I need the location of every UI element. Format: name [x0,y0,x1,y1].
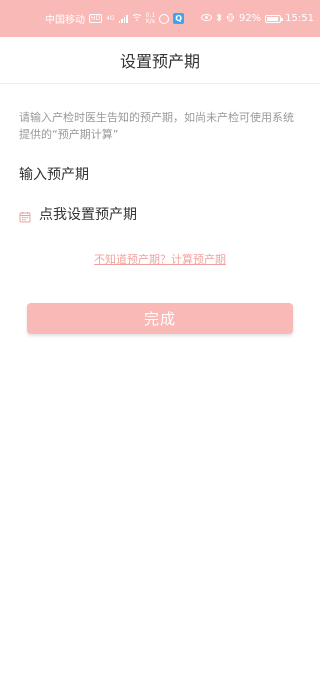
status-bar: 中国移动 HD 4G 0.1 K/s Q 92% 15:51 [0,0,320,37]
page-title: 设置预产期 [119,52,200,71]
network-type-label: 4G [106,14,115,22]
status-bar-left: 中国移动 HD 4G 0.1 K/s Q [45,11,185,26]
eye-icon [200,13,212,24]
calculate-due-date-link[interactable]: 不知道预产期？计算预产期 [0,252,320,268]
hd-badge: HD [89,14,103,23]
clock: 15:51 [285,13,314,24]
due-date-placeholder: 点我设置预产期 [39,207,137,223]
carrier-label: 中国移动 [45,15,85,26]
vibrate-icon [226,13,235,25]
bluetooth-icon [216,12,222,25]
battery-icon [265,14,284,23]
app-notification-icon: Q [173,13,185,24]
battery-percent: 92% [238,13,262,24]
nav-bar: 设置预产期 [0,37,320,84]
signal-icon [118,14,128,23]
due-date-section-label: 输入预产期 [19,167,89,183]
instruction-text: 请输入产检时医生告知的预产期，如尚未产检可使用系统 提供的“预产期计算” [19,111,294,141]
network-speed: 0.1 K/s [145,12,156,25]
done-button[interactable]: 完成 [27,303,293,334]
wifi-icon [132,13,142,24]
calendar-icon [19,209,31,223]
status-bar-right: 92% 15:51 [200,12,314,25]
sync-icon [159,13,170,24]
network-speed-unit: K/s [145,17,155,25]
due-date-picker[interactable]: 点我设置预产期 [19,205,137,225]
